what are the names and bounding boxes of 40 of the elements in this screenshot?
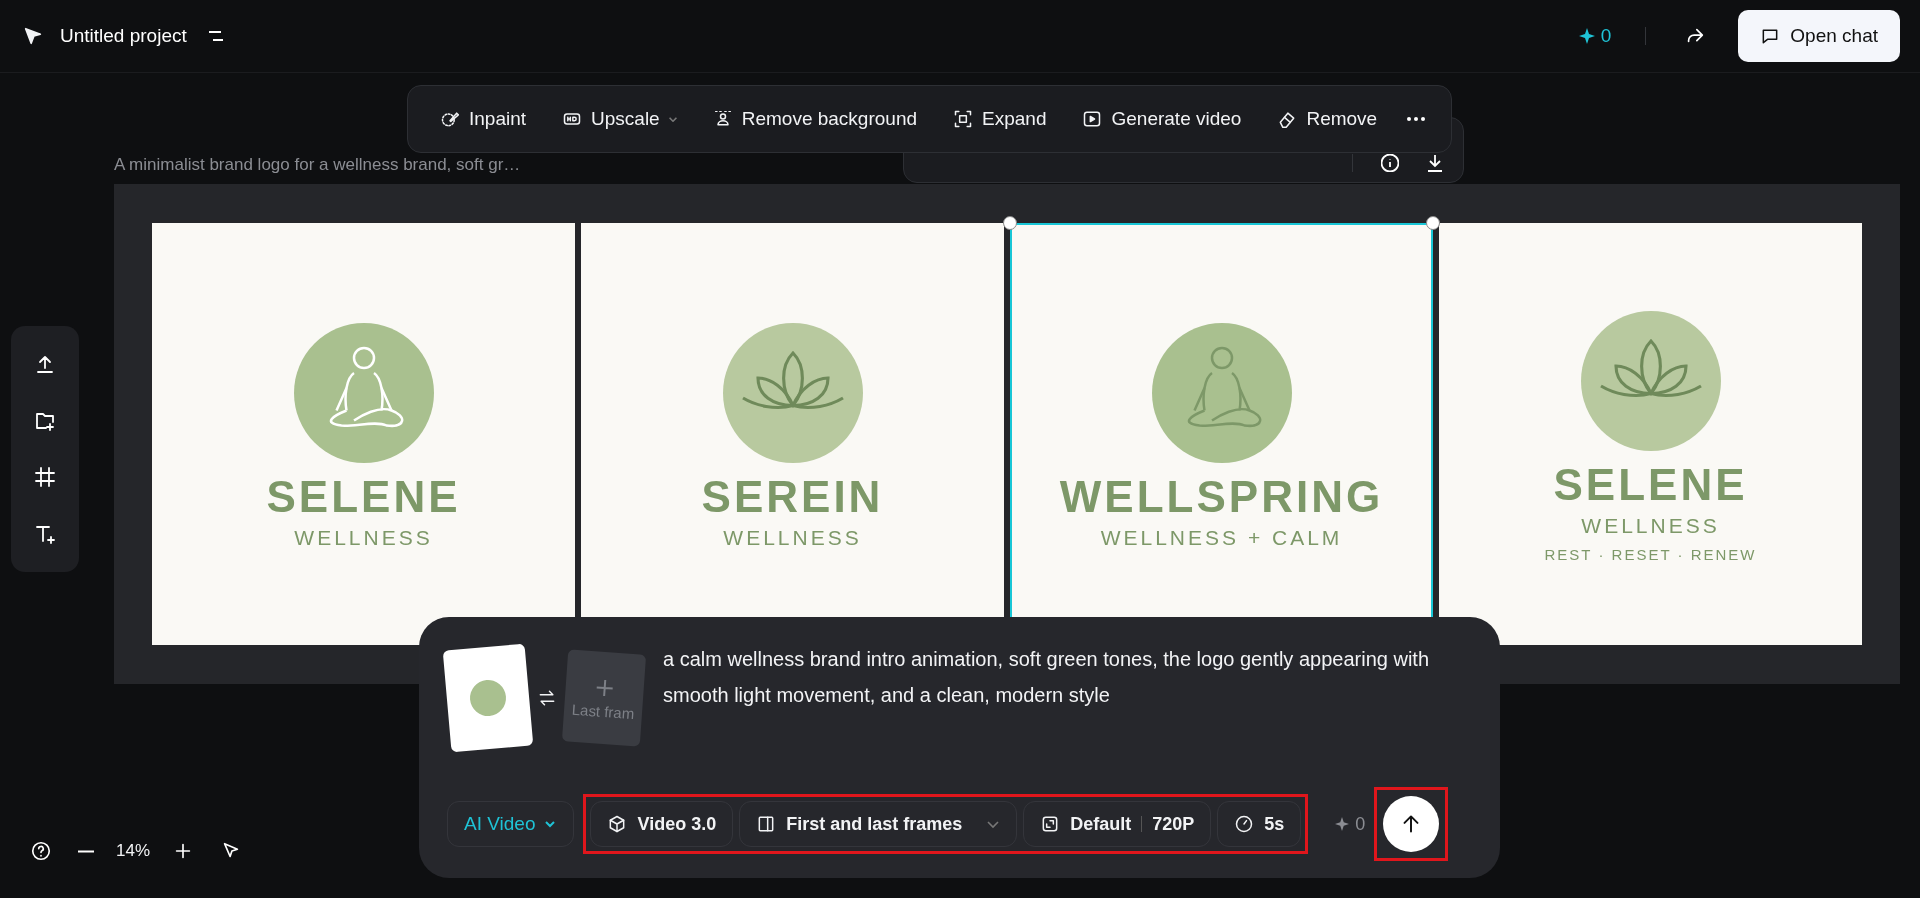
option-button[interactable]: First and last frames — [739, 801, 1018, 847]
expand-icon — [953, 109, 974, 129]
image-prompt: A minimalist brand logo for a wellness brand, soft gr… — [114, 155, 521, 175]
zoom-level: 14% — [116, 841, 151, 861]
brand-name: SELENE — [1553, 459, 1748, 510]
brand-name: SEREIN — [701, 472, 884, 522]
brand-subtitle: WELLNESS + CALM — [1100, 526, 1343, 550]
toolbar-button[interactable]: Generate video — [1070, 100, 1254, 138]
minus-icon — [78, 849, 94, 853]
logo-icon — [22, 25, 44, 47]
person-icon — [712, 109, 733, 129]
help-icon — [30, 840, 52, 862]
resize-handle[interactable] — [1426, 216, 1440, 230]
hash-frame-icon — [33, 465, 57, 490]
toolbar-button[interactable]: Upscale — [550, 100, 689, 138]
option-button[interactable]: Video 3.0 — [590, 801, 734, 847]
brush-icon — [440, 109, 460, 129]
toolbar-button[interactable]: Remove background — [700, 100, 930, 138]
swap-icon — [537, 688, 557, 708]
download-icon[interactable] — [1427, 154, 1443, 172]
brand-subtitle: WELLNESS — [723, 526, 862, 550]
open-chat-button[interactable]: Open chat — [1738, 10, 1900, 62]
brand-subtitle: WELLNESS — [1581, 513, 1720, 538]
brand-tagline: REST · RESET · RENEW — [1544, 545, 1757, 563]
toolbar-button[interactable]: Inpaint — [428, 100, 539, 138]
toolbar-button[interactable]: Expand — [941, 100, 1059, 138]
brand-name: SELENE — [266, 472, 461, 522]
toolbar-button[interactable]: Remove — [1265, 100, 1390, 138]
clock-icon — [1234, 814, 1255, 834]
mode-dropdown[interactable]: AI Video — [447, 801, 575, 847]
project-title[interactable]: Untitled project — [60, 25, 187, 47]
resize-handle[interactable] — [1003, 216, 1017, 230]
credits-counter: 0 — [1578, 25, 1612, 47]
option-button[interactable]: 5s — [1217, 801, 1302, 847]
cost-counter: 0 — [1335, 813, 1366, 835]
option-button[interactable]: Default 720P — [1023, 801, 1212, 847]
play-icon — [1082, 109, 1103, 129]
brand-name: WELLSPRING — [1059, 472, 1384, 522]
info-icon[interactable] — [1381, 154, 1399, 172]
brand-subtitle: WELLNESS — [294, 526, 433, 550]
